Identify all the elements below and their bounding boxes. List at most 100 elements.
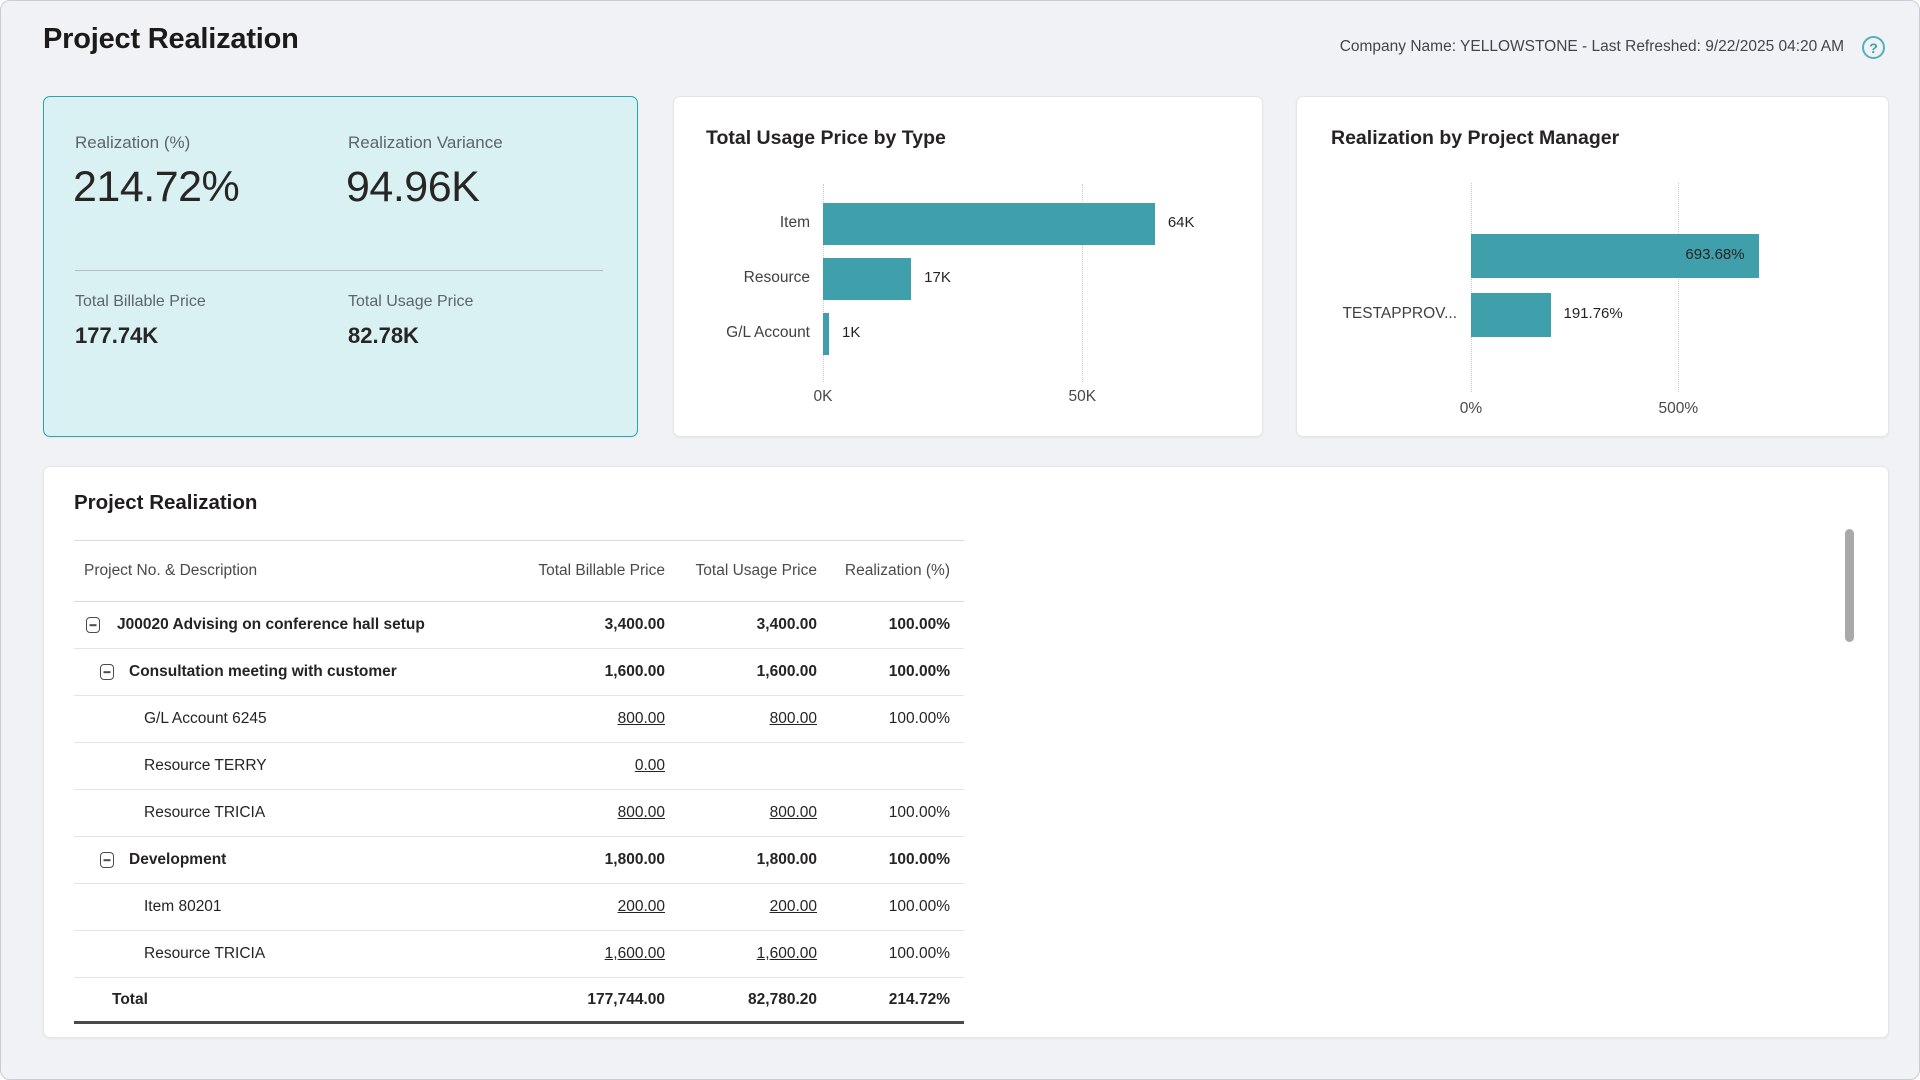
drillthrough-link[interactable]: 0.00 (635, 757, 665, 774)
table-header-row: Project No. & DescriptionTotal Billable … (74, 540, 964, 602)
bar-Item[interactable] (823, 203, 1155, 245)
bar-value-label: 1K (842, 324, 860, 341)
table-total-row: Total177,744.0082,780.20214.72% (74, 978, 964, 1024)
drillthrough-value[interactable]: 200.00 (665, 898, 817, 916)
drillthrough-link[interactable]: 200.00 (618, 898, 665, 915)
drillthrough-link[interactable]: 1,600.00 (605, 945, 665, 962)
drillthrough-value[interactable]: 1,600.00 (515, 945, 665, 963)
collapse-icon[interactable] (100, 852, 114, 868)
x-axis-tick-label: 0K (788, 388, 858, 406)
axis-gridline (1678, 183, 1679, 392)
column-header-4: Realization (%) (817, 562, 950, 580)
table-value: 100.00% (817, 945, 950, 963)
kpi-realization-label: Realization (%) (75, 133, 190, 153)
table-row: J00020 Advising on conference hall setup… (74, 602, 964, 649)
project-realization-table-card: Project Realization Project No. & Descri… (43, 466, 1889, 1038)
project-realization-table: Project No. & DescriptionTotal Billable … (74, 540, 964, 1024)
drillthrough-value[interactable]: 1,600.00 (665, 945, 817, 963)
table-value: 100.00% (817, 616, 950, 634)
chart-card-usage-price-by-type: Total Usage Price by Type 0K50KItem64KRe… (673, 96, 1263, 437)
row-label: Item 80201 (74, 898, 222, 916)
drillthrough-value[interactable]: 800.00 (515, 804, 665, 822)
row-label: G/L Account 6245 (74, 710, 267, 728)
table-title: Project Realization (74, 491, 257, 515)
bar-Resource[interactable] (823, 258, 911, 300)
bar-value-label: 693.68% (1471, 246, 1745, 263)
bar-value-label: 64K (1168, 214, 1195, 231)
x-axis-tick-label: 50K (1047, 388, 1117, 406)
row-label: Consultation meeting with customer (74, 663, 397, 681)
row-description: Consultation meeting with customer (74, 649, 515, 695)
bar-TESTAPPROV...[interactable] (1471, 293, 1551, 337)
kpi-usage-value: 82.78K (348, 323, 419, 349)
dashboard-page: Project Realization Company Name: YELLOW… (0, 0, 1920, 1080)
category-label: Resource (744, 269, 810, 287)
category-label: Item (780, 214, 810, 232)
table-row: Resource TRICIA800.00800.00100.00% (74, 790, 964, 837)
drillthrough-link[interactable]: 1,600.00 (757, 945, 817, 962)
row-label: Resource TERRY (74, 757, 267, 775)
table-row: Development1,800.001,800.00100.00% (74, 837, 964, 884)
table-value: 100.00% (817, 710, 950, 728)
drillthrough-value[interactable]: 0.00 (515, 757, 665, 775)
table-value: 100.00% (817, 663, 950, 681)
x-axis-tick-label: 500% (1643, 400, 1713, 418)
bar-chart-usage-price-by-type: 0K50KItem64KResource17KG/L Account1K (674, 97, 1262, 436)
drillthrough-link[interactable]: 800.00 (618, 804, 665, 821)
collapse-icon[interactable] (100, 664, 114, 680)
table-value: 82,780.20 (665, 991, 817, 1009)
row-description: Development (74, 837, 515, 883)
drillthrough-value[interactable]: 800.00 (665, 804, 817, 822)
row-description: J00020 Advising on conference hall setup (74, 602, 515, 648)
table-value: 1,600.00 (665, 663, 817, 681)
row-label: Resource TRICIA (74, 804, 265, 822)
drillthrough-link[interactable]: 800.00 (618, 710, 665, 727)
row-description: Resource TERRY (74, 743, 515, 789)
column-header-3: Total Usage Price (665, 562, 817, 580)
kpi-variance-label: Realization Variance (348, 133, 503, 153)
help-icon[interactable]: ? (1862, 36, 1885, 59)
row-label: J00020 Advising on conference hall setup (74, 616, 425, 634)
table-value: 100.00% (817, 898, 950, 916)
kpi-realization-value: 214.72% (73, 163, 239, 212)
collapse-icon[interactable] (86, 617, 100, 633)
kpi-divider (75, 270, 603, 271)
bar-value-label: 191.76% (1564, 305, 1623, 322)
table-value: 1,600.00 (515, 663, 665, 681)
page-title: Project Realization (43, 23, 299, 56)
column-header-1: Project No. & Description (74, 540, 515, 601)
table-value: 3,400.00 (515, 616, 665, 634)
drillthrough-link[interactable]: 800.00 (770, 804, 817, 821)
table-value: 1,800.00 (515, 851, 665, 869)
axis-gridline (1471, 183, 1472, 392)
drillthrough-value[interactable]: 800.00 (665, 710, 817, 728)
drillthrough-link[interactable]: 200.00 (770, 898, 817, 915)
table-scrollbar-thumb[interactable] (1845, 529, 1854, 642)
refresh-info: Company Name: YELLOWSTONE - Last Refresh… (1340, 38, 1844, 56)
row-label: Resource TRICIA (74, 945, 265, 963)
table-value: 3,400.00 (665, 616, 817, 634)
help-icon-glyph: ? (1869, 40, 1878, 56)
table-value: 100.00% (817, 804, 950, 822)
row-description: Resource TRICIA (74, 790, 515, 836)
row-label: Development (74, 851, 226, 869)
bar-value-label: 17K (924, 269, 951, 286)
drillthrough-value[interactable]: 800.00 (515, 710, 665, 728)
kpi-variance-value: 94.96K (346, 163, 479, 212)
bar-chart-realization-by-pm: 0% 500% 693.68% TESTAPPROV... 191.76% (1297, 97, 1888, 436)
table-row: G/L Account 6245800.00800.00100.00% (74, 696, 964, 743)
drillthrough-link[interactable]: 800.00 (770, 710, 817, 727)
kpi-card: Realization (%) 214.72% Realization Vari… (43, 96, 638, 437)
x-axis-tick-label: 0% (1436, 400, 1506, 418)
category-label: TESTAPPROV... (1342, 305, 1457, 323)
bar-G/L Account[interactable] (823, 313, 829, 355)
chart-card-realization-by-pm: Realization by Project Manager 0%500%693… (1296, 96, 1889, 437)
table-row: Resource TRICIA1,600.001,600.00100.00% (74, 931, 964, 978)
table-row: Resource TERRY 0.00 (74, 743, 964, 790)
row-description: G/L Account 6245 (74, 696, 515, 742)
kpi-billable-value: 177.74K (75, 323, 158, 349)
table-row: Item 80201200.00200.00100.00% (74, 884, 964, 931)
table-value: 214.72% (817, 991, 950, 1009)
table-row: Consultation meeting with customer 1,600.… (74, 649, 964, 696)
drillthrough-value[interactable]: 200.00 (515, 898, 665, 916)
